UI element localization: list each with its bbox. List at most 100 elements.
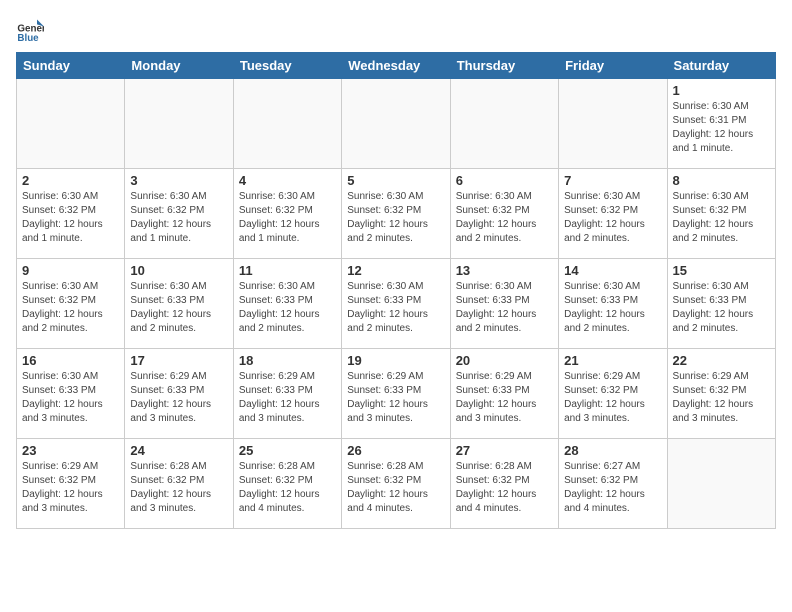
calendar-cell: 9 Sunrise: 6:30 AM Sunset: 6:32 PM Daylig… [17, 259, 125, 349]
calendar-cell: 5 Sunrise: 6:30 AM Sunset: 6:32 PM Daylig… [342, 169, 450, 259]
logo-icon: General Blue [16, 16, 44, 44]
calendar-cell [450, 79, 558, 169]
day-info: Sunrise: 6:30 AM Sunset: 6:32 PM Dayligh… [239, 190, 336, 246]
day-number: 12 [347, 263, 444, 278]
day-number: 11 [239, 263, 336, 278]
day-number: 10 [130, 263, 227, 278]
calendar-cell: 15 Sunrise: 6:30 AM Sunset: 6:33 PM Dayli… [667, 259, 775, 349]
day-number: 20 [456, 353, 553, 368]
week-row-5: 23 Sunrise: 6:29 AM Sunset: 6:32 PM Dayli… [17, 439, 776, 529]
col-header-friday: Friday [559, 53, 667, 79]
day-info: Sunrise: 6:30 AM Sunset: 6:33 PM Dayligh… [564, 280, 661, 336]
day-info: Sunrise: 6:30 AM Sunset: 6:33 PM Dayligh… [22, 370, 119, 426]
col-header-sunday: Sunday [17, 53, 125, 79]
day-info: Sunrise: 6:28 AM Sunset: 6:32 PM Dayligh… [130, 460, 227, 516]
day-number: 28 [564, 443, 661, 458]
day-info: Sunrise: 6:30 AM Sunset: 6:32 PM Dayligh… [347, 190, 444, 246]
week-row-2: 2 Sunrise: 6:30 AM Sunset: 6:32 PM Daylig… [17, 169, 776, 259]
day-number: 7 [564, 173, 661, 188]
calendar-cell: 8 Sunrise: 6:30 AM Sunset: 6:32 PM Daylig… [667, 169, 775, 259]
day-info: Sunrise: 6:30 AM Sunset: 6:31 PM Dayligh… [673, 100, 770, 156]
calendar-cell: 21Sunrise: 6:29 AM Sunset: 6:32 PM Dayli… [559, 349, 667, 439]
day-number: 17 [130, 353, 227, 368]
header: General Blue [16, 16, 776, 44]
calendar-cell: 18 Sunrise: 6:29 AM Sunset: 6:33 PM Dayli… [233, 349, 341, 439]
calendar-cell [125, 79, 233, 169]
calendar-cell: 16 Sunrise: 6:30 AM Sunset: 6:33 PM Dayli… [17, 349, 125, 439]
day-number: 4 [239, 173, 336, 188]
logo: General Blue [16, 16, 48, 44]
day-number: 2 [22, 173, 119, 188]
day-number: 24 [130, 443, 227, 458]
day-number: 27 [456, 443, 553, 458]
calendar-cell [17, 79, 125, 169]
calendar-cell: 12 Sunrise: 6:30 AM Sunset: 6:33 PM Dayli… [342, 259, 450, 349]
day-info: Sunrise: 6:27 AM Sunset: 6:32 PM Dayligh… [564, 460, 661, 516]
day-info: Sunrise: 6:29 AM Sunset: 6:32 PM Dayligh… [564, 370, 661, 426]
day-info: Sunrise: 6:30 AM Sunset: 6:33 PM Dayligh… [347, 280, 444, 336]
day-info: Sunrise: 6:28 AM Sunset: 6:32 PM Dayligh… [456, 460, 553, 516]
calendar-cell: 11 Sunrise: 6:30 AM Sunset: 6:33 PM Dayli… [233, 259, 341, 349]
calendar-cell: 22 Sunrise: 6:29 AM Sunset: 6:32 PM Dayli… [667, 349, 775, 439]
calendar-cell: 27 Sunrise: 6:28 AM Sunset: 6:32 PM Dayli… [450, 439, 558, 529]
calendar: SundayMondayTuesdayWednesdayThursdayFrid… [16, 52, 776, 529]
day-number: 18 [239, 353, 336, 368]
day-number: 22 [673, 353, 770, 368]
calendar-cell: 28 Sunrise: 6:27 AM Sunset: 6:32 PM Dayli… [559, 439, 667, 529]
day-info: Sunrise: 6:30 AM Sunset: 6:33 PM Dayligh… [673, 280, 770, 336]
calendar-cell: 24 Sunrise: 6:28 AM Sunset: 6:32 PM Dayli… [125, 439, 233, 529]
day-info: Sunrise: 6:30 AM Sunset: 6:32 PM Dayligh… [22, 280, 119, 336]
col-header-thursday: Thursday [450, 53, 558, 79]
day-info: Sunrise: 6:29 AM Sunset: 6:33 PM Dayligh… [130, 370, 227, 426]
day-info: Sunrise: 6:30 AM Sunset: 6:32 PM Dayligh… [22, 190, 119, 246]
week-row-1: 1 Sunrise: 6:30 AM Sunset: 6:31 PM Daylig… [17, 79, 776, 169]
col-header-tuesday: Tuesday [233, 53, 341, 79]
day-info: Sunrise: 6:30 AM Sunset: 6:33 PM Dayligh… [130, 280, 227, 336]
calendar-cell [342, 79, 450, 169]
col-header-monday: Monday [125, 53, 233, 79]
calendar-cell: 20 Sunrise: 6:29 AM Sunset: 6:33 PM Dayli… [450, 349, 558, 439]
col-header-saturday: Saturday [667, 53, 775, 79]
day-info: Sunrise: 6:29 AM Sunset: 6:32 PM Dayligh… [22, 460, 119, 516]
day-info: Sunrise: 6:30 AM Sunset: 6:33 PM Dayligh… [239, 280, 336, 336]
day-number: 23 [22, 443, 119, 458]
calendar-cell: 13 Sunrise: 6:30 AM Sunset: 6:33 PM Dayli… [450, 259, 558, 349]
day-info: Sunrise: 6:28 AM Sunset: 6:32 PM Dayligh… [347, 460, 444, 516]
calendar-cell: 25 Sunrise: 6:28 AM Sunset: 6:32 PM Dayli… [233, 439, 341, 529]
calendar-cell: 10 Sunrise: 6:30 AM Sunset: 6:33 PM Dayli… [125, 259, 233, 349]
calendar-cell: 2 Sunrise: 6:30 AM Sunset: 6:32 PM Daylig… [17, 169, 125, 259]
calendar-cell: 6 Sunrise: 6:30 AM Sunset: 6:32 PM Daylig… [450, 169, 558, 259]
day-number: 3 [130, 173, 227, 188]
day-number: 1 [673, 83, 770, 98]
svg-text:Blue: Blue [17, 33, 39, 44]
day-number: 5 [347, 173, 444, 188]
day-number: 19 [347, 353, 444, 368]
day-number: 26 [347, 443, 444, 458]
calendar-cell: 26 Sunrise: 6:28 AM Sunset: 6:32 PM Dayli… [342, 439, 450, 529]
calendar-cell: 4 Sunrise: 6:30 AM Sunset: 6:32 PM Daylig… [233, 169, 341, 259]
day-info: Sunrise: 6:29 AM Sunset: 6:32 PM Dayligh… [673, 370, 770, 426]
day-info: Sunrise: 6:30 AM Sunset: 6:33 PM Dayligh… [456, 280, 553, 336]
day-number: 25 [239, 443, 336, 458]
day-info: Sunrise: 6:30 AM Sunset: 6:32 PM Dayligh… [456, 190, 553, 246]
day-number: 6 [456, 173, 553, 188]
day-number: 8 [673, 173, 770, 188]
calendar-cell: 23 Sunrise: 6:29 AM Sunset: 6:32 PM Dayli… [17, 439, 125, 529]
calendar-cell: 3Sunrise: 6:30 AM Sunset: 6:32 PM Daylig… [125, 169, 233, 259]
day-info: Sunrise: 6:29 AM Sunset: 6:33 PM Dayligh… [456, 370, 553, 426]
col-header-wednesday: Wednesday [342, 53, 450, 79]
calendar-cell [559, 79, 667, 169]
day-number: 15 [673, 263, 770, 278]
calendar-cell [667, 439, 775, 529]
day-info: Sunrise: 6:28 AM Sunset: 6:32 PM Dayligh… [239, 460, 336, 516]
day-info: Sunrise: 6:30 AM Sunset: 6:32 PM Dayligh… [673, 190, 770, 246]
day-number: 13 [456, 263, 553, 278]
calendar-cell: 7Sunrise: 6:30 AM Sunset: 6:32 PM Daylig… [559, 169, 667, 259]
day-number: 9 [22, 263, 119, 278]
calendar-cell [233, 79, 341, 169]
day-info: Sunrise: 6:29 AM Sunset: 6:33 PM Dayligh… [347, 370, 444, 426]
day-info: Sunrise: 6:29 AM Sunset: 6:33 PM Dayligh… [239, 370, 336, 426]
day-number: 16 [22, 353, 119, 368]
week-row-3: 9 Sunrise: 6:30 AM Sunset: 6:32 PM Daylig… [17, 259, 776, 349]
week-row-4: 16 Sunrise: 6:30 AM Sunset: 6:33 PM Dayli… [17, 349, 776, 439]
